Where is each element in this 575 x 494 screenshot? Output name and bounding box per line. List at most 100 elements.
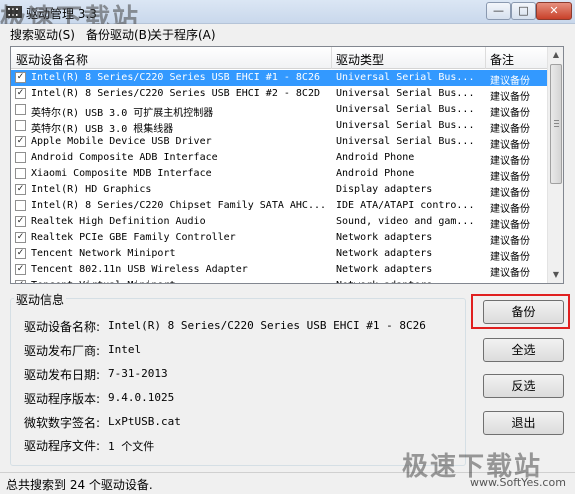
scroll-up-icon[interactable]: ▲ [548,47,563,63]
list-row[interactable]: Intel(R) 8 Series/C220 Chipset Family SA… [11,198,547,215]
row-device-name: 英特尔(R) USB 3.0 可扩展主机控制器 [31,108,214,119]
row-checkbox[interactable]: ✓ [15,216,26,227]
row-checkbox[interactable] [15,120,26,131]
list-row[interactable]: Xiaomi Composite MDB Interface Android Ph… [11,166,547,183]
info-value: Intel(R) 8 Series/C220 Series USB EHCI #… [108,319,426,332]
row-checkbox[interactable] [15,152,26,163]
minimize-button[interactable]: — [486,2,511,20]
backup-button[interactable]: 备份 [483,300,564,324]
row-device-name: 英特尔(R) USB 3.0 根集线器 [31,124,174,135]
list-row[interactable]: ✓ Realtek PCIe GBE Family Controller Netwo… [11,230,547,247]
menu-about[interactable]: 关于程序(A) [150,26,216,43]
row-driver-type: Universal Serial Bus... [336,88,475,99]
row-driver-type: Display adapters [336,184,433,195]
row-driver-type: IDE ATA/ATAPI contro... [336,200,475,211]
row-device-name: Android Composite ADB Interface [31,152,218,163]
row-device-name: Realtek PCIe GBE Family Controller [31,232,236,243]
column-header-type[interactable]: 驱动类型 [336,51,384,68]
row-device-name: Tencent Virtual Miniport [31,280,333,283]
row-note: 建议备份 [490,76,530,87]
close-button[interactable]: ✕ [536,2,572,20]
row-checkbox[interactable]: ✓ [15,184,26,195]
row-note: 建议备份 [490,108,530,119]
list-row[interactable]: 英特尔(R) USB 3.0 根集线器 Universal Serial Bus.… [11,118,547,135]
info-label: 驱动程序文件: [24,439,101,453]
row-note: 建议备份 [490,220,530,231]
row-device-name: Tencent 802.11n USB Wireless Adapter [31,264,248,275]
info-label: 微软数字签名: [24,416,101,430]
info-label: 驱动程序版本: [24,392,101,406]
row-driver-type: Universal Serial Bus... [336,120,475,131]
row-checkbox[interactable] [15,168,26,179]
driver-list[interactable]: 驱动设备名称 驱动类型 备注 ✓ Intel(R) 8 Series/C220 S… [10,46,564,284]
row-checkbox[interactable] [15,104,26,115]
list-row[interactable]: ✓ Tencent Network Miniport Network adapter… [11,246,547,263]
list-scrollbar[interactable]: ▲ ▼ [547,47,563,283]
column-header-name[interactable]: 驱动设备名称 [16,51,88,68]
list-row[interactable]: ✓ Tencent Virtual MiniportNetwork adapter… [11,278,547,283]
row-note: 建议备份 [490,280,546,283]
list-row[interactable]: Android Composite ADB Interface Android P… [11,150,547,167]
info-label: 驱动设备名称: [24,320,101,334]
row-note: 建议备份 [490,204,530,215]
row-device-name: Realtek High Definition Audio [31,216,206,227]
menu-bar: 搜索驱动(S) 备份驱动(B) 关于程序(A) [0,24,575,44]
row-checkbox[interactable]: ✓ [15,136,26,147]
menu-search[interactable]: 搜索驱动(S) [10,26,75,43]
column-header-note[interactable]: 备注 [490,51,514,68]
row-checkbox[interactable]: ✓ [15,72,26,83]
row-note: 建议备份 [490,140,530,151]
row-note: 建议备份 [490,172,530,183]
info-value: 1 个文件 [108,440,155,453]
row-checkbox[interactable]: ✓ [15,264,26,275]
row-device-name: Intel(R) 8 Series/C220 Series USB EHCI #… [31,72,320,83]
row-checkbox[interactable] [15,200,26,211]
select-all-button[interactable]: 全选 [483,338,564,362]
list-row[interactable]: 英特尔(R) USB 3.0 可扩展主机控制器 Universal Serial … [11,102,547,119]
row-driver-type: Network adapters [336,248,433,259]
row-note: 建议备份 [490,188,530,199]
row-checkbox[interactable]: ✓ [15,280,26,283]
row-note: 建议备份 [490,92,530,103]
info-label: 驱动发布厂商: [24,344,101,358]
row-driver-type: Android Phone [336,168,415,179]
row-checkbox[interactable]: ✓ [15,248,26,259]
row-checkbox[interactable]: ✓ [15,88,26,99]
scrollbar-thumb[interactable] [550,64,562,184]
exit-button[interactable]: 退出 [483,411,564,435]
list-header: 驱动设备名称 驱动类型 备注 [11,47,547,69]
info-value: 9.4.0.1025 [108,391,175,404]
row-device-name: Intel(R) 8 Series/C220 Chipset Family SA… [31,200,327,211]
row-device-name: Intel(R) HD Graphics [31,184,152,195]
row-note: 建议备份 [490,252,530,263]
row-driver-type: Network adapters [336,232,433,243]
info-value: Intel [108,343,142,356]
list-row[interactable]: ✓ Tencent 802.11n USB Wireless Adapter Net… [11,262,547,279]
scroll-down-icon[interactable]: ▼ [548,267,563,283]
status-text: 总共搜索到 24 个驱动设备. [6,478,153,492]
menu-backup[interactable]: 备份驱动(B) [86,26,152,43]
invert-selection-button[interactable]: 反选 [483,374,564,398]
row-checkbox[interactable]: ✓ [15,232,26,243]
row-note: 建议备份 [490,236,530,247]
list-row[interactable]: ✓ Intel(R) HD Graphics Display adapters 建议备… [11,182,547,199]
row-driver-type: Universal Serial Bus... [336,136,475,147]
list-row[interactable]: ✓ Intel(R) 8 Series/C220 Series USB EHCI … [11,86,547,103]
row-note: 建议备份 [490,156,530,167]
row-driver-type: Network adapters [336,264,433,275]
info-label: 驱动发布日期: [24,368,101,382]
row-driver-type: Universal Serial Bus... [336,72,475,83]
list-row[interactable]: ✓ Apple Mobile Device USB Driver Universal… [11,134,547,151]
row-device-name: Xiaomi Composite MDB Interface [31,168,212,179]
list-row[interactable]: ✓ Intel(R) 8 Series/C220 Series USB EHCI … [11,70,547,87]
info-value: 7-31-2013 [108,367,168,380]
row-device-name: Intel(R) 8 Series/C220 Series USB EHCI #… [31,88,320,99]
row-driver-type: Android Phone [336,152,415,163]
list-row[interactable]: ✓ Realtek High Definition Audio Sound, vid… [11,214,547,231]
maximize-button[interactable]: □ [511,2,536,20]
row-note: 建议备份 [490,268,530,279]
row-driver-type: Network adapters [336,280,486,283]
row-driver-type: Sound, video and gam... [336,216,475,227]
row-device-name: Apple Mobile Device USB Driver [31,136,212,147]
watermark-url: www.SoftYes.com [470,476,566,489]
